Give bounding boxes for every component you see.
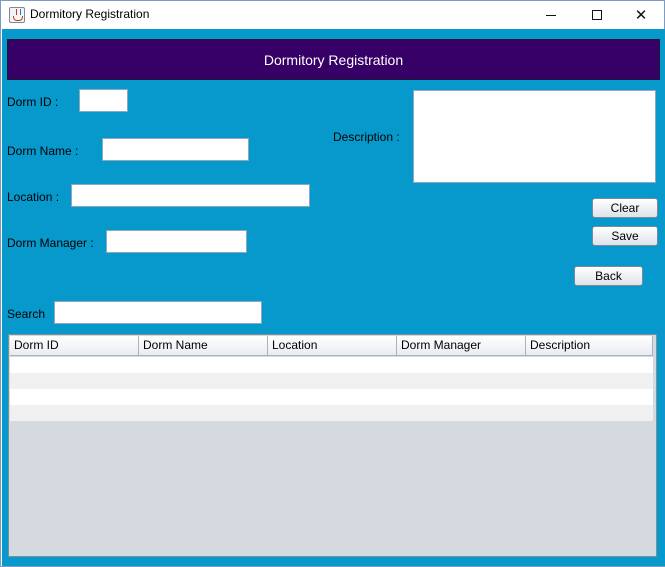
- column-header-description[interactable]: Description: [526, 336, 653, 356]
- header-banner: Dormitory Registration: [7, 39, 660, 80]
- table-row[interactable]: [10, 389, 653, 405]
- table-row[interactable]: [10, 373, 653, 389]
- dorm-manager-field[interactable]: [106, 230, 247, 253]
- description-label: Description :: [333, 130, 400, 144]
- search-label: Search: [7, 307, 46, 321]
- maximize-button[interactable]: [574, 1, 620, 29]
- table-row[interactable]: [10, 405, 653, 421]
- dorm-name-field[interactable]: [102, 138, 249, 161]
- column-header-dorm-name[interactable]: Dorm Name: [139, 336, 268, 356]
- dorm-id-field[interactable]: [79, 89, 128, 112]
- column-header-dorm-manager[interactable]: Dorm Manager: [397, 336, 526, 356]
- clear-button[interactable]: Clear: [592, 198, 658, 218]
- maximize-icon: [592, 10, 602, 20]
- dorm-manager-label: Dorm Manager :: [7, 236, 94, 250]
- description-textarea[interactable]: [413, 90, 656, 183]
- minimize-icon: [546, 14, 556, 16]
- close-icon: ✕: [634, 5, 648, 24]
- java-cup-icon: [9, 7, 25, 23]
- search-input[interactable]: [54, 301, 262, 324]
- header-title: Dormitory Registration: [263, 51, 404, 68]
- close-button[interactable]: ✕: [618, 1, 664, 29]
- window-title: Dormitory Registration: [30, 7, 150, 21]
- back-button[interactable]: Back: [574, 266, 643, 286]
- minimize-button[interactable]: [528, 1, 574, 29]
- title-bar[interactable]: Dormitory Registration ✕: [1, 1, 664, 29]
- dorm-id-label: Dorm ID :: [7, 95, 59, 109]
- dorm-name-label: Dorm Name :: [7, 144, 79, 158]
- location-label: Location :: [7, 190, 60, 204]
- dorm-table[interactable]: Dorm ID Dorm Name Location Dorm Manager …: [8, 334, 657, 557]
- save-button[interactable]: Save: [592, 226, 658, 246]
- column-header-dorm-id[interactable]: Dorm ID: [10, 336, 139, 356]
- table-header: Dorm ID Dorm Name Location Dorm Manager …: [10, 336, 653, 356]
- location-field[interactable]: [71, 184, 310, 207]
- column-header-location[interactable]: Location: [268, 336, 397, 356]
- table-row[interactable]: [10, 357, 653, 373]
- form-panel: Dormitory Registration Dorm ID : Dorm Na…: [2, 29, 665, 566]
- application-window: Dormitory Registration ✕ Dormitory Regis…: [0, 0, 665, 567]
